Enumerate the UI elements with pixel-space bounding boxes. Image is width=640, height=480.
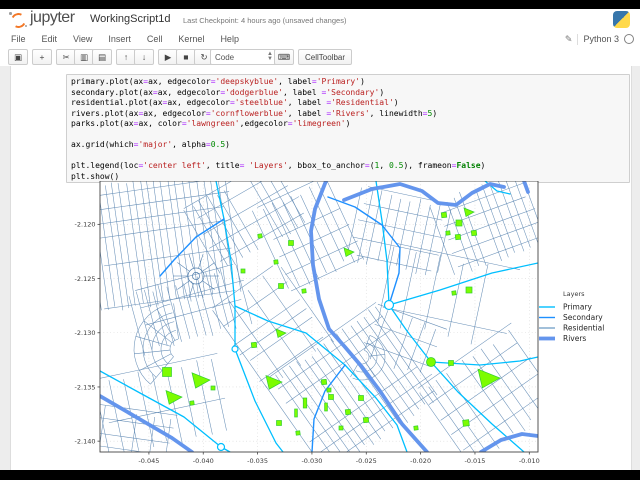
code-line: primary.plot(ax=ax, edgecolor='deepskybl… xyxy=(71,77,365,86)
interrupt-kernel-icon: ■ xyxy=(183,52,189,62)
jupyter-logo-icon[interactable] xyxy=(9,11,28,30)
add-cell-button[interactable]: + xyxy=(32,49,52,65)
notebook-header: jupyter WorkingScript1d Last Checkpoint:… xyxy=(0,9,640,31)
menu-cell[interactable]: Cell xyxy=(147,34,163,44)
y-tick-label: -2.130 xyxy=(75,329,96,337)
x-tick-label: -0.045 xyxy=(138,457,159,465)
code-line: secondary.plot(ax=ax, edgecolor='dodgerb… xyxy=(71,87,385,97)
run-cell-button[interactable]: ▶ xyxy=(158,49,178,65)
save-button[interactable]: ▣ xyxy=(8,49,28,65)
code-lines: primary.plot(ax=ax, edgecolor='deepskybl… xyxy=(67,75,629,182)
jupyter-window: jupyter WorkingScript1d Last Checkpoint:… xyxy=(0,0,640,480)
cell-type-value: Code xyxy=(215,52,235,62)
code-line: rivers.plot(ax=ax, edgecolor='cornflower… xyxy=(71,108,438,118)
x-tick-label: -0.020 xyxy=(410,457,431,465)
menu-kernel[interactable]: Kernel xyxy=(178,34,204,44)
menu-view[interactable]: View xyxy=(73,34,92,44)
menu-items: File Edit View Insert Cell Kernel Help xyxy=(0,34,239,44)
y-tick-label: -2.120 xyxy=(75,221,96,229)
legend-title: Layers xyxy=(563,290,585,298)
command-palette-button[interactable]: ⌨ xyxy=(274,49,294,65)
python-logo-icon xyxy=(613,11,630,28)
checkpoint-status: Last Checkpoint: 4 hours ago (unsaved ch… xyxy=(183,16,347,25)
notebook-page: primary.plot(ax=ax, edgecolor='deepskybl… xyxy=(0,66,640,470)
copy-cell-icon: ▥ xyxy=(79,51,89,62)
x-tick-label: -0.010 xyxy=(519,457,540,465)
letterbox-top xyxy=(0,0,640,9)
notebook-container: primary.plot(ax=ax, edgecolor='deepskybl… xyxy=(10,66,632,470)
legend-label-rivers: Rivers xyxy=(563,334,586,343)
keyboard-icon: ⌨ xyxy=(277,51,291,62)
toolbar: ▣ + ✂ ▥ ▤ ↑ ↓ ▶ ■ ↻ Code ▲ ▼ ⌨ CellToolbar xyxy=(0,47,640,67)
x-tick-label: -0.025 xyxy=(356,457,377,465)
y-tick-label: -2.125 xyxy=(75,275,96,283)
select-arrows-icon: ▲ ▼ xyxy=(267,51,273,62)
menubar: File Edit View Insert Cell Kernel Help ✎… xyxy=(0,31,640,48)
interrupt-kernel-button[interactable]: ■ xyxy=(176,49,196,65)
letterbox-bottom xyxy=(0,470,640,480)
menu-file[interactable]: File xyxy=(11,34,26,44)
y-tick-label: -2.135 xyxy=(75,383,96,391)
add-cell-icon: + xyxy=(39,52,45,62)
cell-type-select[interactable]: Code ▲ ▼ xyxy=(210,49,278,65)
paste-cell-button[interactable]: ▤ xyxy=(92,49,112,65)
cut-cell-button[interactable]: ✂ xyxy=(56,49,76,65)
axes: -0.045 -0.040 -0.035 -0.030 -0.025 -0.020 -0.0… xyxy=(75,181,540,465)
paste-cell-icon: ▤ xyxy=(97,51,107,62)
legend-label-secondary: Secondary xyxy=(563,313,603,322)
move-up-button[interactable]: ↑ xyxy=(116,49,136,65)
y-axis: -2.120 -2.125 -2.130 -2.135 -2.140 xyxy=(75,221,100,445)
notebook-title[interactable]: WorkingScript1d xyxy=(90,13,171,25)
copy-cell-button[interactable]: ▥ xyxy=(74,49,94,65)
figure-output: -0.045 -0.040 -0.035 -0.030 -0.025 -0.020 -0.0… xyxy=(75,181,604,465)
code-line: parks.plot(ax=ax, color='lawngreen',edge… xyxy=(71,119,351,129)
menu-insert[interactable]: Insert xyxy=(108,34,131,44)
x-axis: -0.045 -0.040 -0.035 -0.030 -0.025 -0.020 -0.0… xyxy=(138,452,540,465)
menu-edit[interactable]: Edit xyxy=(42,34,58,44)
save-icon: ▣ xyxy=(13,51,23,62)
x-tick-label: -0.015 xyxy=(464,457,485,465)
restart-kernel-icon: ↻ xyxy=(200,51,208,62)
edit-mode-icon: ✎ xyxy=(564,33,573,44)
move-down-button[interactable]: ↓ xyxy=(134,49,154,65)
celltoolbar-button[interactable]: CellToolbar xyxy=(298,49,353,65)
x-tick-label: -0.035 xyxy=(247,457,268,465)
legend: Layers PrimarySecondary ResidentialRivers xyxy=(539,290,604,343)
run-cell-icon: ▶ xyxy=(164,51,172,62)
legend-label-primary: Primary xyxy=(563,303,593,312)
kernel-name: Python 3 xyxy=(583,34,619,44)
code-line: residential.plot(ax=ax, edgecolor='steel… xyxy=(71,98,399,108)
code-line: ax.grid(which='major', alpha=0.5) xyxy=(71,140,230,150)
menu-help[interactable]: Help xyxy=(220,34,239,44)
menubar-divider xyxy=(577,33,579,45)
x-tick-label: -0.040 xyxy=(193,457,214,465)
legend-label-residential: Residential xyxy=(563,324,604,333)
y-tick-label: -2.140 xyxy=(75,437,96,445)
x-tick-label: -0.030 xyxy=(301,457,322,465)
cut-cell-icon: ✂ xyxy=(62,51,70,62)
move-up-icon: ↑ xyxy=(123,52,129,62)
move-down-icon: ↓ xyxy=(141,52,147,62)
jupyter-logo-text[interactable]: jupyter xyxy=(30,9,75,27)
kernel-status-icon xyxy=(624,34,634,44)
code-line: plt.legend(loc='center left', title= 'La… xyxy=(71,161,486,171)
code-cell[interactable]: primary.plot(ax=ax, edgecolor='deepskybl… xyxy=(66,74,630,183)
